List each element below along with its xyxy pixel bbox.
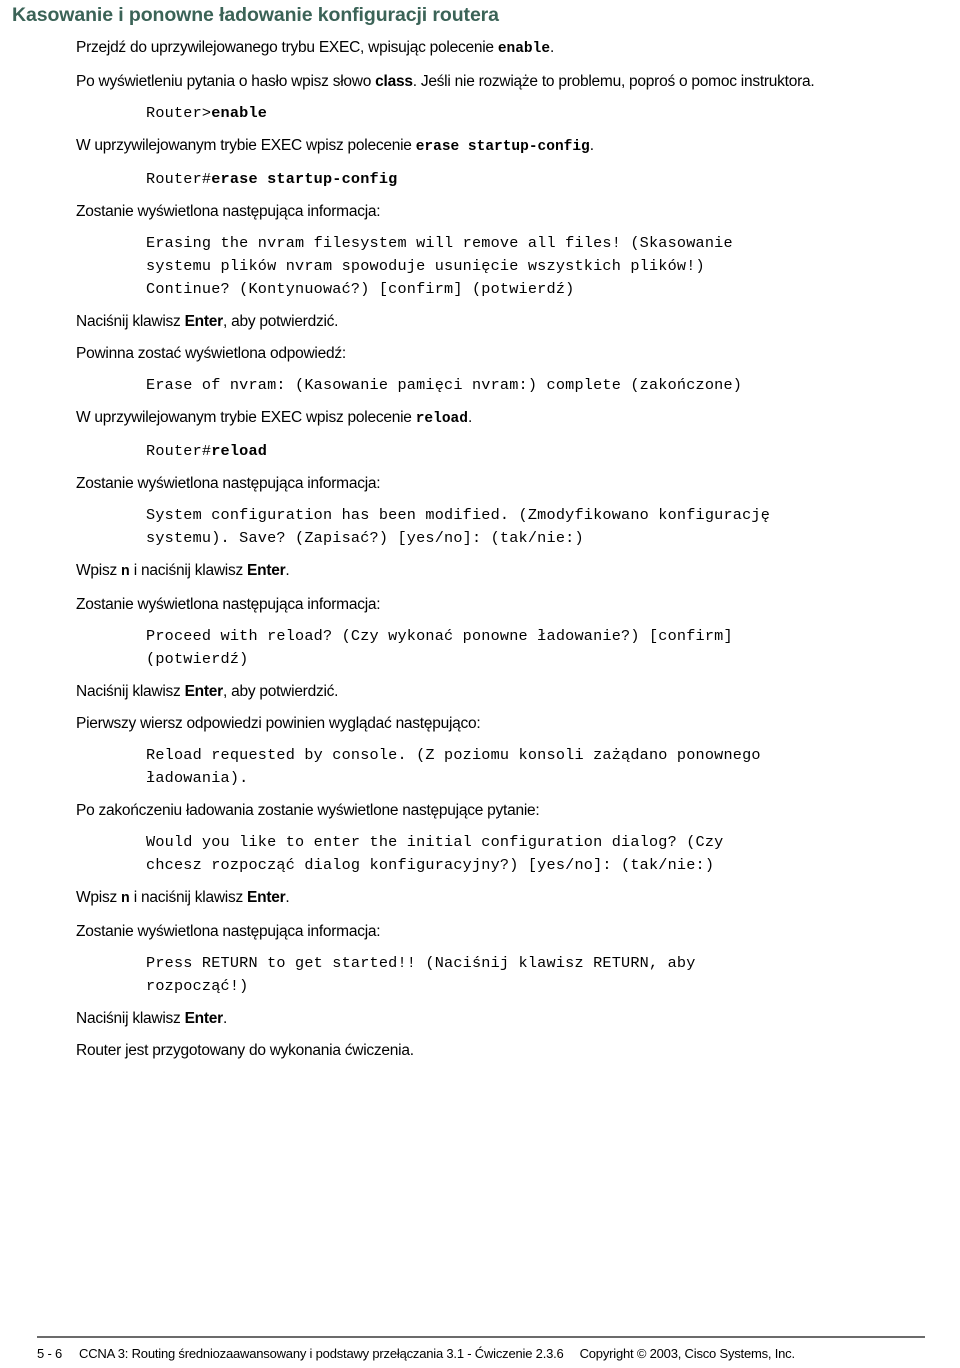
instruction-paragraph: Po wyświetleniu pytania o hasło wpisz sł…: [76, 70, 936, 102]
cli-output-block: Proceed with reload? (Czy wykonać ponown…: [76, 625, 936, 680]
text-segment: Naciśnij klawisz: [76, 683, 185, 700]
output-line: systemu plików nvram spowoduje usunięcie…: [146, 257, 705, 275]
cli-output-block: Erasing the nvram filesystem will remove…: [76, 232, 936, 310]
instruction-paragraph: Po zakończeniu ładowania zostanie wyświe…: [76, 802, 540, 819]
output-line: Would you like to enter the initial conf…: [146, 833, 724, 851]
output-line: ładowania).: [146, 769, 249, 787]
command-keyword: enable: [497, 41, 551, 57]
footer-divider: [37, 1336, 925, 1338]
text-segment: i naciśnij klawisz: [129, 562, 248, 579]
instruction-paragraph: Przejdź do uprzywilejowanego trybu EXEC,…: [76, 36, 936, 70]
instruction-paragraph: Powinna zostać wyświetlona odpowiedź:: [76, 345, 346, 362]
cli-prompt: Router#: [146, 170, 212, 188]
instruction-paragraph: Naciśnij klawisz Enter, aby potwierdzić.: [76, 680, 936, 712]
text-segment: Wpisz: [76, 889, 121, 906]
instruction-paragraph: W uprzywilejowanym trybie EXEC wpisz pol…: [76, 406, 936, 440]
output-line: Reload requested by console. (Z poziomu …: [146, 746, 761, 764]
text-segment: , aby potwierdzić.: [222, 683, 339, 700]
cli-command-block: Router>enable: [76, 102, 936, 134]
text-segment: , aby potwierdzić.: [222, 313, 339, 330]
output-line: Proceed with reload? (Czy wykonać ponown…: [146, 627, 733, 645]
text-segment: .: [589, 137, 594, 154]
text-segment: Przejdź do uprzywilejowanego trybu EXEC,…: [76, 39, 498, 56]
text-segment: .: [285, 889, 290, 906]
instruction-paragraph: Wpisz n i naciśnij klawisz Enter.: [76, 886, 936, 920]
output-line-text: systemu plików nvram spowoduje usunięcie…: [146, 257, 705, 275]
command-keyword: erase startup-config: [415, 139, 590, 155]
instruction-paragraph: Zostanie wyświetlona następująca informa…: [76, 596, 381, 613]
instruction-paragraph: Naciśnij klawisz Enter.: [76, 1007, 936, 1039]
text-segment: . Jeśli nie rozwiąże to problemu, poproś…: [412, 73, 815, 90]
text-segment: W uprzywilejowanym trybie EXEC wpisz pol…: [76, 137, 416, 154]
page-title: Kasowanie i ponowne ładowanie konfigurac…: [12, 4, 499, 26]
instruction-paragraph: Zostanie wyświetlona następująca informa…: [76, 203, 381, 220]
text-segment: Wpisz: [76, 562, 121, 579]
cli-output-block: System configuration has been modified. …: [76, 504, 936, 559]
text-segment: W uprzywilejowanym trybie EXEC wpisz pol…: [76, 409, 416, 426]
password-keyword: class: [375, 73, 413, 90]
output-line: Continue? (Kontynuować?) [confirm] (potw…: [146, 280, 575, 298]
command-keyword: reload: [415, 411, 468, 427]
instruction-paragraph: Zostanie wyświetlona następująca informa…: [76, 475, 381, 492]
key-name: Enter: [184, 1010, 224, 1027]
output-line: chcesz rozpocząć dialog konfiguracyjny?)…: [146, 856, 715, 874]
key-name: Enter: [184, 313, 224, 330]
output-line: systemu). Save? (Zapisać?) [yes/no]: (ta…: [146, 529, 584, 547]
text-segment: .: [467, 409, 472, 426]
output-line: (potwierdź): [146, 650, 249, 668]
cli-command-block: Router#erase startup-config: [76, 168, 936, 200]
text-segment: .: [550, 39, 555, 56]
cli-prompt: Router>: [146, 104, 212, 122]
text-segment: Po wyświetleniu pytania o hasło wpisz sł…: [76, 73, 376, 90]
text-segment: i naciśnij klawisz: [129, 889, 248, 906]
cli-command: erase startup-config: [211, 170, 398, 188]
cli-output-block: Would you like to enter the initial conf…: [76, 831, 936, 886]
input-keyword: n: [121, 891, 130, 907]
cli-output-block: Erase of nvram: (Kasowanie pamięci nvram…: [76, 374, 936, 406]
output-line: Erase of nvram: (Kasowanie pamięci nvram…: [146, 376, 743, 394]
output-line: rozpocząć!): [146, 977, 249, 995]
document-page: Kasowanie i ponowne ładowanie konfigurac…: [0, 0, 960, 1368]
cli-command: reload: [211, 442, 268, 460]
output-line: System configuration has been modified. …: [146, 506, 771, 524]
cli-prompt: Router#: [146, 442, 212, 460]
footer-content: 5 - 6 CCNA 3: Routing średniozaawansowany…: [37, 1346, 927, 1361]
instruction-paragraph: Wpisz n i naciśnij klawisz Enter.: [76, 559, 936, 593]
text-segment: .: [285, 562, 290, 579]
text-segment: .: [222, 1010, 228, 1027]
text-segment: Naciśnij klawisz: [76, 313, 185, 330]
cli-output-block: Reload requested by console. (Z poziomu …: [76, 744, 936, 799]
instruction-paragraph: Naciśnij klawisz Enter, aby potwierdzić.: [76, 310, 936, 342]
key-name: Enter: [247, 562, 286, 579]
footer-copyright: Copyright © 2003, Cisco Systems, Inc.: [579, 1346, 796, 1361]
instruction-paragraph: Router jest przygotowany do wykonania ćw…: [76, 1042, 414, 1059]
cli-command-block: Router#reload: [76, 440, 936, 472]
key-name: Enter: [184, 683, 224, 700]
output-line: Erasing the nvram filesystem will remove…: [146, 234, 733, 252]
input-keyword: n: [121, 564, 130, 580]
footer-page-number: 5 - 6: [37, 1346, 63, 1361]
cli-output-block: Press RETURN to get started!! (Naciśnij …: [76, 952, 936, 1007]
instruction-paragraph: Pierwszy wiersz odpowiedzi powinien wygl…: [76, 715, 481, 732]
text-segment: Naciśnij klawisz: [76, 1010, 185, 1027]
key-name: Enter: [247, 889, 286, 906]
footer-course-title: CCNA 3: Routing średniozaawansowany i po…: [79, 1346, 564, 1361]
cli-command: enable: [211, 104, 268, 122]
output-line: Press RETURN to get started!! (Naciśnij …: [146, 954, 696, 972]
instruction-paragraph: W uprzywilejowanym trybie EXEC wpisz pol…: [76, 134, 936, 168]
instruction-paragraph: Zostanie wyświetlona następująca informa…: [76, 923, 381, 940]
document-body: Przejdź do uprzywilejowanego trybu EXEC,…: [76, 36, 936, 1062]
